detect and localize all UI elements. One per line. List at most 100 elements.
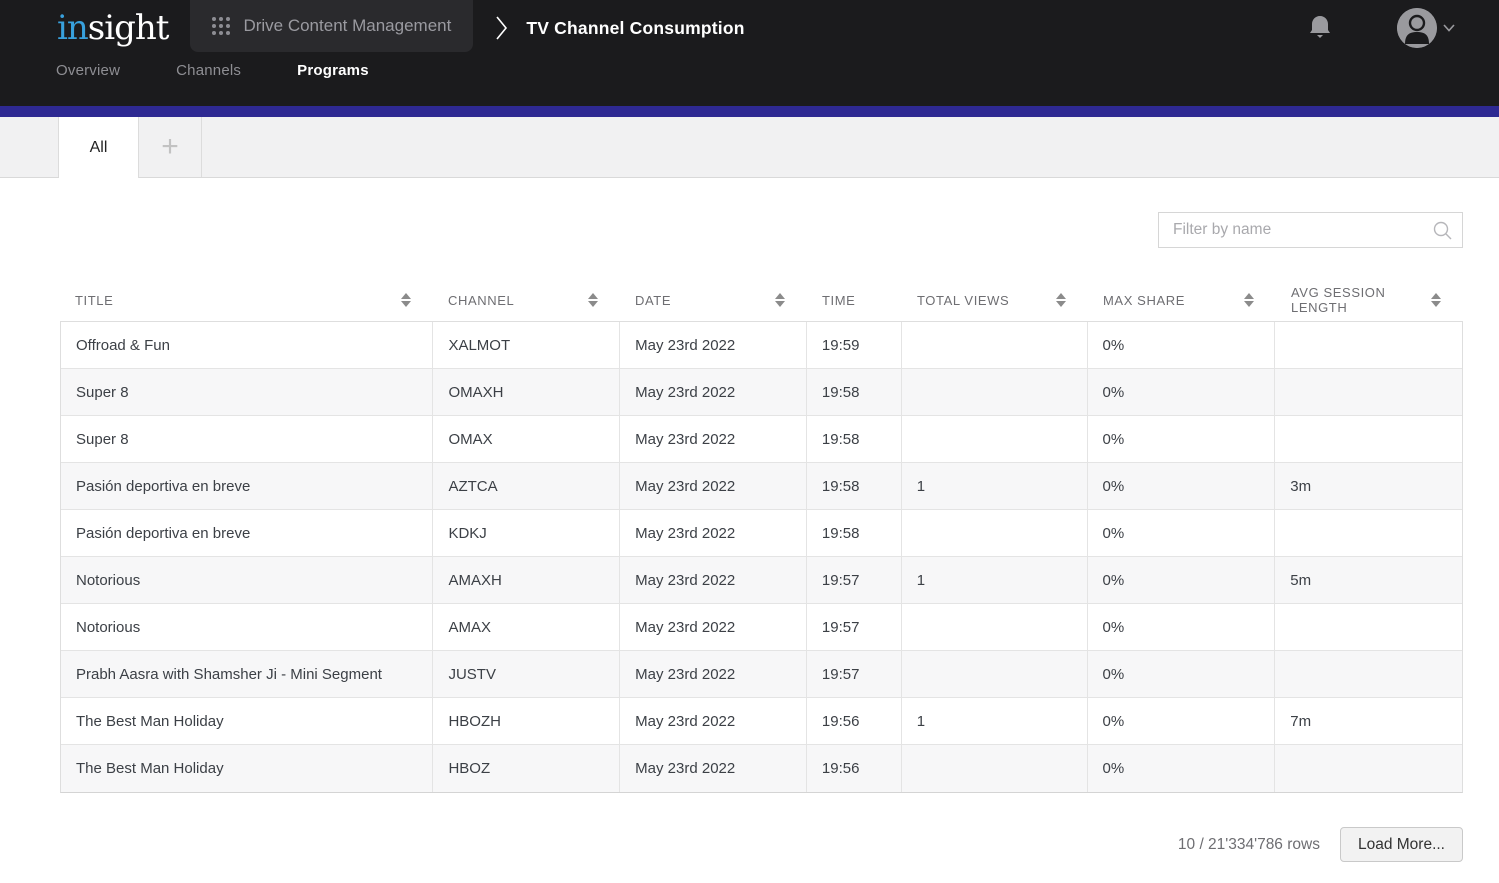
column-label: TIME bbox=[822, 293, 855, 308]
cell-avg-session-length bbox=[1275, 416, 1462, 462]
nav-item-channels[interactable]: Channels bbox=[176, 62, 241, 79]
cell-avg-session-length: 7m bbox=[1275, 698, 1462, 744]
cell-title: Super 8 bbox=[61, 369, 433, 415]
add-tab-button[interactable]: + bbox=[139, 117, 202, 177]
search-icon bbox=[1432, 220, 1453, 246]
column-header-avg-session-length[interactable]: AVG SESSION LENGTH bbox=[1276, 288, 1463, 312]
sort-icon[interactable] bbox=[1056, 293, 1066, 307]
nav-item-overview[interactable]: Overview bbox=[56, 62, 120, 79]
sort-icon[interactable] bbox=[1431, 293, 1441, 307]
cell-max-share: 0% bbox=[1088, 322, 1276, 368]
cell-title: Pasión deportiva en breve bbox=[61, 463, 433, 509]
cell-avg-session-length bbox=[1275, 322, 1462, 368]
column-label: TOTAL VIEWS bbox=[917, 293, 1009, 308]
cell-date: May 23rd 2022 bbox=[620, 416, 807, 462]
table-row[interactable]: NotoriousAMAXMay 23rd 202219:570% bbox=[61, 604, 1462, 651]
load-more-button[interactable]: Load More... bbox=[1340, 827, 1463, 862]
cell-title: Offroad & Fun bbox=[61, 322, 433, 368]
cell-max-share: 0% bbox=[1088, 604, 1276, 650]
cell-title: Super 8 bbox=[61, 416, 433, 462]
avatar-icon bbox=[1397, 8, 1437, 48]
cell-total-views: 1 bbox=[902, 698, 1088, 744]
cell-max-share: 0% bbox=[1088, 651, 1276, 697]
cell-time: 19:57 bbox=[807, 651, 902, 697]
cell-total-views bbox=[902, 322, 1088, 368]
cell-date: May 23rd 2022 bbox=[620, 322, 807, 368]
cell-title: The Best Man Holiday bbox=[61, 698, 433, 744]
cell-channel: OMAX bbox=[433, 416, 620, 462]
table-row[interactable]: Super 8OMAXMay 23rd 202219:580% bbox=[61, 416, 1462, 463]
tab-strip: All + bbox=[0, 117, 1499, 178]
column-header-time: TIME bbox=[807, 288, 902, 312]
cell-date: May 23rd 2022 bbox=[620, 604, 807, 650]
table-row[interactable]: Pasión deportiva en breveAZTCAMay 23rd 2… bbox=[61, 463, 1462, 510]
cell-channel: AMAX bbox=[433, 604, 620, 650]
cell-channel: HBOZ bbox=[433, 745, 620, 792]
cell-date: May 23rd 2022 bbox=[620, 557, 807, 603]
nav-item-programs[interactable]: Programs bbox=[297, 62, 369, 79]
cell-total-views bbox=[902, 369, 1088, 415]
column-header-title[interactable]: TITLE bbox=[60, 288, 433, 312]
cell-time: 19:59 bbox=[807, 322, 902, 368]
cell-total-views bbox=[902, 651, 1088, 697]
table-row[interactable]: NotoriousAMAXHMay 23rd 202219:5710%5m bbox=[61, 557, 1462, 604]
cell-avg-session-length: 3m bbox=[1275, 463, 1462, 509]
sort-icon[interactable] bbox=[1244, 293, 1254, 307]
logo-prefix: in bbox=[57, 8, 88, 48]
app-switcher-label: Drive Content Management bbox=[243, 16, 451, 36]
sort-icon[interactable] bbox=[401, 293, 411, 307]
notification-bell-icon[interactable] bbox=[1307, 14, 1333, 42]
table-row[interactable]: Offroad & FunXALMOTMay 23rd 202219:59 0% bbox=[61, 322, 1462, 369]
cell-title: Pasión deportiva en breve bbox=[61, 510, 433, 556]
cell-max-share: 0% bbox=[1088, 416, 1276, 462]
cell-date: May 23rd 2022 bbox=[620, 745, 807, 792]
cell-channel: JUSTV bbox=[433, 651, 620, 697]
grid-icon bbox=[212, 17, 230, 35]
cell-time: 19:58 bbox=[807, 369, 902, 415]
table-row[interactable]: Prabh Aasra with Shamsher Ji - Mini Segm… bbox=[61, 651, 1462, 698]
filter-input[interactable] bbox=[1158, 212, 1463, 248]
cell-max-share: 0% bbox=[1088, 745, 1276, 792]
column-header-total-views[interactable]: TOTAL VIEWS bbox=[902, 288, 1088, 312]
column-label: AVG SESSION LENGTH bbox=[1291, 285, 1431, 315]
table-row[interactable]: The Best Man HolidayHBOZHMay 23rd 202219… bbox=[61, 698, 1462, 745]
cell-max-share: 0% bbox=[1088, 463, 1276, 509]
cell-channel: XALMOT bbox=[433, 322, 620, 368]
chevron-down-icon bbox=[1443, 24, 1455, 32]
sort-icon[interactable] bbox=[588, 293, 598, 307]
table-row[interactable]: Pasión deportiva en breveKDKJMay 23rd 20… bbox=[61, 510, 1462, 557]
cell-avg-session-length bbox=[1275, 369, 1462, 415]
cell-channel: HBOZH bbox=[433, 698, 620, 744]
cell-time: 19:56 bbox=[807, 698, 902, 744]
cell-avg-session-length bbox=[1275, 651, 1462, 697]
cell-total-views: 1 bbox=[902, 463, 1088, 509]
cell-channel: KDKJ bbox=[433, 510, 620, 556]
cell-date: May 23rd 2022 bbox=[620, 463, 807, 509]
cell-title: Prabh Aasra with Shamsher Ji - Mini Segm… bbox=[61, 651, 433, 697]
cell-time: 19:58 bbox=[807, 510, 902, 556]
top-header: insight Drive Content Management TV Chan… bbox=[0, 0, 1499, 117]
cell-max-share: 0% bbox=[1088, 510, 1276, 556]
cell-time: 19:56 bbox=[807, 745, 902, 792]
table-body: Offroad & FunXALMOTMay 23rd 202219:590%S… bbox=[60, 321, 1463, 793]
table-row[interactable]: The Best Man HolidayHBOZMay 23rd 202219:… bbox=[61, 745, 1462, 792]
cell-date: May 23rd 2022 bbox=[620, 369, 807, 415]
user-menu[interactable] bbox=[1397, 8, 1455, 48]
cell-date: May 23rd 2022 bbox=[620, 651, 807, 697]
cell-time: 19:57 bbox=[807, 557, 902, 603]
cell-avg-session-length: 5m bbox=[1275, 557, 1462, 603]
table-row[interactable]: Super 8OMAXHMay 23rd 202219:580% bbox=[61, 369, 1462, 416]
column-header-max-share[interactable]: MAX SHARE bbox=[1088, 288, 1276, 312]
cell-total-views bbox=[902, 745, 1088, 792]
cell-channel: OMAXH bbox=[433, 369, 620, 415]
app-switcher-button[interactable]: Drive Content Management bbox=[190, 0, 473, 52]
cell-title: Notorious bbox=[61, 604, 433, 650]
logo-suffix: sight bbox=[88, 8, 169, 48]
programs-table: TITLECHANNEL DATE TIME TOTAL VIEWS MAX SHARE… bbox=[60, 288, 1463, 793]
column-header-channel[interactable]: CHANNEL bbox=[433, 288, 620, 312]
cell-avg-session-length bbox=[1275, 745, 1462, 792]
column-header-date[interactable]: DATE bbox=[620, 288, 807, 312]
sort-icon[interactable] bbox=[775, 293, 785, 307]
column-label: DATE bbox=[635, 293, 671, 308]
tab-all[interactable]: All bbox=[59, 117, 139, 178]
